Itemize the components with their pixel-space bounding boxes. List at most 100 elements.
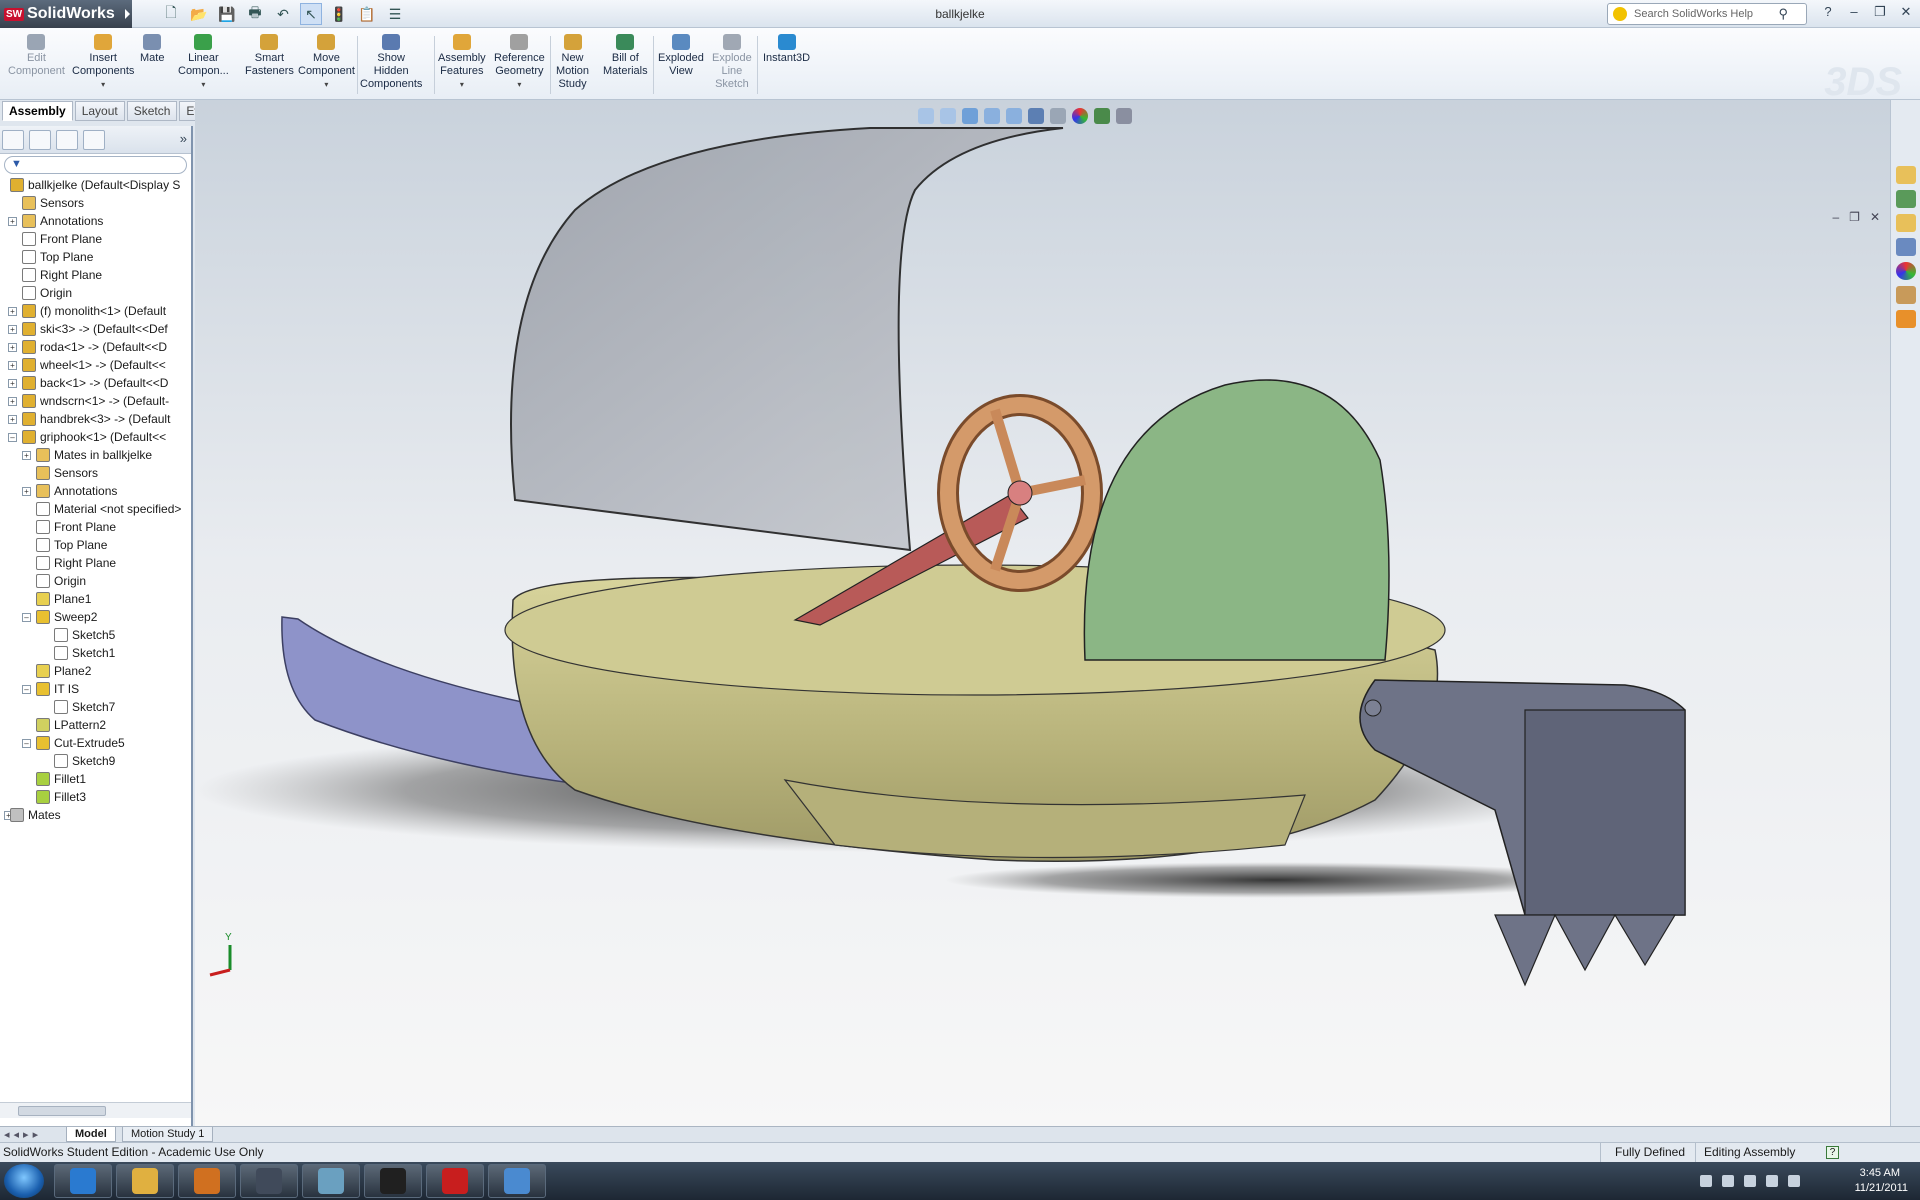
tab-assembly[interactable]: Assembly bbox=[2, 101, 73, 121]
collapse-icon[interactable]: – bbox=[22, 685, 31, 694]
open-document-icon[interactable]: 📂 bbox=[188, 3, 210, 25]
view-orientation-icon[interactable] bbox=[1006, 108, 1022, 124]
file-explorer-pane-icon[interactable] bbox=[1896, 214, 1916, 232]
tree-node[interactable]: + ski<3> -> (Default<<Def bbox=[0, 320, 191, 338]
section-view-icon[interactable] bbox=[984, 108, 1000, 124]
expand-icon[interactable]: + bbox=[22, 451, 31, 460]
apply-scene-icon[interactable] bbox=[1094, 108, 1110, 124]
zoom-to-area-icon[interactable] bbox=[940, 108, 956, 124]
taskbar-app-button[interactable] bbox=[302, 1164, 360, 1198]
tree-node[interactable]: Right Plane bbox=[0, 266, 191, 284]
display-style-icon[interactable] bbox=[1028, 108, 1044, 124]
tree-node[interactable]: Sketch7 bbox=[0, 698, 191, 716]
command-reference-geometry[interactable]: Reference Geometry ▾ bbox=[494, 34, 545, 91]
feature-manager-tab-icon[interactable] bbox=[2, 130, 24, 150]
tree-node[interactable]: + back<1> -> (Default<<D bbox=[0, 374, 191, 392]
tree-node[interactable]: Origin bbox=[0, 284, 191, 302]
command-explode-line-sketch[interactable]: Explode Line Sketch bbox=[712, 34, 752, 91]
restore-button[interactable]: ❐ bbox=[1870, 4, 1890, 20]
taskbar-app-button[interactable] bbox=[240, 1164, 298, 1198]
expand-panel-icon[interactable]: » bbox=[180, 131, 187, 146]
tab-scroll-arrows-icon[interactable]: ◂◂▸▸ bbox=[4, 1128, 42, 1141]
design-library-icon[interactable] bbox=[1896, 190, 1916, 208]
command-mate[interactable]: Mate bbox=[140, 34, 164, 65]
print-icon[interactable]: 🖶 bbox=[244, 3, 266, 25]
collapse-icon[interactable]: – bbox=[22, 613, 31, 622]
tab-sketch[interactable]: Sketch bbox=[126, 101, 178, 121]
tree-node[interactable]: Top Plane bbox=[0, 248, 191, 266]
assembly-model[interactable]: Y bbox=[195, 100, 1890, 1126]
view-settings-icon[interactable] bbox=[1116, 108, 1132, 124]
tree-node[interactable]: Sensors bbox=[0, 464, 191, 482]
tree-node[interactable]: – Sweep2 bbox=[0, 608, 191, 626]
taskbar-app-button[interactable] bbox=[116, 1164, 174, 1198]
view-palette-icon[interactable] bbox=[1896, 238, 1916, 256]
collapse-icon[interactable]: – bbox=[8, 433, 17, 442]
tree-node[interactable]: Front Plane bbox=[0, 518, 191, 536]
taskbar-app-button[interactable] bbox=[364, 1164, 422, 1198]
edit-appearance-icon[interactable] bbox=[1072, 108, 1088, 124]
tree-node[interactable]: – IT IS bbox=[0, 680, 191, 698]
tree-node[interactable]: + wndscrn<1> -> (Default- bbox=[0, 392, 191, 410]
command-assembly-features[interactable]: Assembly Features ▾ bbox=[438, 34, 486, 91]
configuration-manager-tab-icon[interactable] bbox=[56, 130, 78, 150]
graphics-area[interactable]: Y – ❐ ✕ bbox=[195, 100, 1890, 1126]
hide-show-items-icon[interactable] bbox=[1050, 108, 1066, 124]
appearances-icon[interactable] bbox=[1896, 262, 1916, 280]
tray-app-icon[interactable] bbox=[1744, 1175, 1756, 1187]
tree-horizontal-scrollbar[interactable] bbox=[0, 1102, 191, 1118]
taskbar-app-button[interactable] bbox=[178, 1164, 236, 1198]
network-icon[interactable] bbox=[1766, 1175, 1778, 1187]
tree-node[interactable]: + Mates bbox=[0, 806, 191, 824]
command-new-motion-study[interactable]: New Motion Study bbox=[556, 34, 589, 91]
property-manager-tab-icon[interactable] bbox=[29, 130, 51, 150]
tree-node[interactable]: + Annotations bbox=[0, 482, 191, 500]
tree-node[interactable]: Fillet3 bbox=[0, 788, 191, 806]
tree-node[interactable]: + roda<1> -> (Default<<D bbox=[0, 338, 191, 356]
custom-properties-icon[interactable] bbox=[1896, 286, 1916, 304]
help-icon[interactable]: ? bbox=[1818, 4, 1838, 20]
expand-icon[interactable]: + bbox=[8, 307, 17, 316]
bottom-tab-motion-study-1[interactable]: Motion Study 1 bbox=[122, 1127, 214, 1142]
help-search-box[interactable]: Search SolidWorks Help ⚲ bbox=[1607, 3, 1807, 25]
tree-node[interactable]: + Annotations bbox=[0, 212, 191, 230]
tree-node[interactable]: + (f) monolith<1> (Default bbox=[0, 302, 191, 320]
file-properties-icon[interactable]: 📋 bbox=[356, 3, 378, 25]
tab-layout[interactable]: Layout bbox=[74, 101, 125, 121]
select-pointer-icon[interactable]: ↖ bbox=[300, 3, 322, 25]
dropdown-arrow-icon[interactable]: ▾ bbox=[178, 78, 229, 91]
save-icon[interactable]: 💾 bbox=[216, 3, 238, 25]
tree-node[interactable]: LPattern2 bbox=[0, 716, 191, 734]
tree-node[interactable]: + Mates in ballkjelke bbox=[0, 446, 191, 464]
expand-icon[interactable]: + bbox=[8, 361, 17, 370]
command-edit-component[interactable]: Edit Component bbox=[8, 34, 65, 78]
clock-date[interactable]: 11/21/2011 bbox=[1855, 1182, 1908, 1194]
expand-icon[interactable]: + bbox=[22, 487, 31, 496]
command-instant3d[interactable]: Instant3D bbox=[763, 34, 810, 65]
dropdown-arrow-icon[interactable]: ▾ bbox=[298, 78, 355, 91]
expand-icon[interactable]: + bbox=[8, 379, 17, 388]
expand-icon[interactable]: + bbox=[8, 325, 17, 334]
collapse-icon[interactable]: – bbox=[22, 739, 31, 748]
dropdown-arrow-icon[interactable]: ▾ bbox=[494, 78, 545, 91]
expand-icon[interactable]: + bbox=[8, 397, 17, 406]
viewport-close-icon[interactable]: ✕ bbox=[1870, 210, 1880, 224]
command-exploded-view[interactable]: Exploded View bbox=[658, 34, 704, 78]
taskbar-app-button[interactable] bbox=[488, 1164, 546, 1198]
tree-node[interactable]: Right Plane bbox=[0, 554, 191, 572]
status-help-icon[interactable]: ? bbox=[1826, 1146, 1839, 1159]
tree-node[interactable]: ballkjelke (Default<Display S bbox=[0, 176, 191, 194]
solidworks-menu-button[interactable]: SW SolidWorks bbox=[0, 0, 132, 28]
dropdown-arrow-icon[interactable]: ▾ bbox=[72, 78, 134, 91]
close-button[interactable]: ✕ bbox=[1896, 4, 1916, 20]
zoom-to-fit-icon[interactable] bbox=[918, 108, 934, 124]
tree-node[interactable]: Front Plane bbox=[0, 230, 191, 248]
volume-icon[interactable] bbox=[1788, 1175, 1800, 1187]
dropdown-arrow-icon[interactable]: ▾ bbox=[438, 78, 486, 91]
tree-node[interactable]: Sketch5 bbox=[0, 626, 191, 644]
tree-node[interactable]: Fillet1 bbox=[0, 770, 191, 788]
start-button[interactable] bbox=[4, 1164, 44, 1198]
tree-node[interactable]: Material <not specified> bbox=[0, 500, 191, 518]
steering-wheel-part[interactable] bbox=[937, 394, 1103, 592]
tree-node[interactable]: – griphook<1> (Default<< bbox=[0, 428, 191, 446]
